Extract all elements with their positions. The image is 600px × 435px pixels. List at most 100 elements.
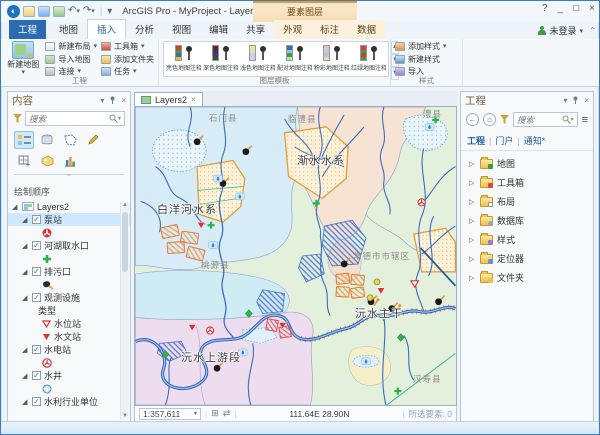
search-caret-icon[interactable]: ▾ [571, 116, 574, 123]
catalog-search-input[interactable] [517, 115, 562, 125]
collapse-arrow-icon[interactable]: ▷ [469, 217, 476, 225]
layer-checkbox[interactable]: ✓ [32, 215, 41, 224]
tab-map[interactable]: 地图 [50, 20, 87, 39]
list-by-data-source-icon[interactable] [37, 131, 57, 149]
gallery-item-pastel-notes[interactable]: 粉彩地图注释 [314, 43, 349, 75]
collapse-ribbon-icon[interactable]: ⌃ [589, 26, 596, 35]
menu-icon[interactable]: ≡ [582, 114, 588, 126]
pane-pin-icon[interactable] [572, 96, 579, 106]
tab-appearance[interactable]: 外观 [274, 20, 311, 39]
import-map-button[interactable]: 导入地图 [45, 54, 97, 65]
new-style-button[interactable]: 新建样式 [395, 54, 458, 65]
layer-checkbox[interactable]: ✓ [32, 267, 41, 276]
tab-edit[interactable]: 编辑 [200, 20, 237, 39]
list-by-editing-icon[interactable] [83, 131, 103, 149]
gallery-item-redgreen-notes[interactable]: 红绿地图注释 [351, 43, 386, 75]
pane-close-icon[interactable]: × [584, 96, 589, 105]
gallery-item-paired-notes[interactable]: 配对地图注释 [277, 43, 312, 75]
collapse-arrow-icon[interactable]: ▷ [469, 179, 476, 187]
pane-close-icon[interactable]: × [121, 96, 126, 105]
catalog-node-locators[interactable]: ▷定位器 [461, 249, 593, 268]
selected-features-count[interactable]: 所选要素: 0 [409, 408, 452, 420]
expand-icon[interactable]: ◢ [22, 346, 29, 354]
catalog-node-styles[interactable]: ▷样式 [461, 230, 593, 249]
expand-icon[interactable]: ◢ [22, 268, 29, 276]
tree-node-hydrology-station[interactable]: 水文站 [8, 330, 130, 343]
layer-checkbox[interactable]: ✓ [32, 371, 41, 380]
catalog-node-databases[interactable]: ▷数据库 [461, 211, 593, 230]
tab-data[interactable]: 数据 [348, 20, 385, 39]
pane-pin-icon[interactable] [109, 96, 116, 106]
coordinates-readout[interactable]: 111.64E 28.90N [241, 409, 399, 419]
tree-node-map[interactable]: ◢ Layers2 [8, 200, 130, 213]
new-bookmark-icon[interactable]: ⊞ [211, 408, 219, 419]
catalog-node-folders[interactable]: ▷文件夹 [461, 268, 593, 287]
list-by-snapping-icon[interactable]: + [14, 152, 34, 170]
contents-search-input[interactable] [29, 114, 109, 124]
tree-node-water-level-station[interactable]: 水位站 [8, 317, 130, 330]
redo-icon[interactable]: ↷▾ [83, 6, 95, 17]
tab-close-icon[interactable]: × [191, 95, 196, 104]
expand-icon[interactable]: ◢ [22, 294, 29, 302]
expand-icon[interactable]: ◢ [12, 203, 19, 211]
tab-analysis[interactable]: 分析 [126, 20, 163, 39]
tree-node-layer-pump[interactable]: ◢ ✓ 泵站 [8, 213, 130, 226]
add-folder-button[interactable]: 添加文件夹 [101, 54, 154, 65]
filter-icon[interactable] [13, 114, 22, 123]
catalog-tab-project[interactable]: 工程 [467, 134, 485, 147]
catalog-node-layouts[interactable]: ▷布局 [461, 192, 593, 211]
map-view-tab[interactable]: Layers2 × [134, 92, 203, 106]
layer-checkbox[interactable]: ✓ [32, 345, 41, 354]
add-style-button[interactable]: 添加样式▾ [395, 41, 458, 52]
catalog-tab-portal[interactable]: 门户 [495, 134, 513, 147]
list-by-drawing-order-icon[interactable] [14, 131, 34, 149]
collapse-arrow-icon[interactable]: ▷ [469, 160, 476, 168]
layer-checkbox[interactable]: ✓ [32, 293, 41, 302]
list-by-selection-icon[interactable] [60, 131, 80, 149]
collapse-arrow-icon[interactable]: ▷ [469, 198, 476, 206]
customize-qat-icon[interactable]: ▾ [107, 7, 112, 17]
tree-node-layer-outlet[interactable]: ◢ ✓ 排污口 [8, 265, 130, 278]
catalog-node-maps[interactable]: ▷地图 [461, 154, 593, 173]
catalog-search-box[interactable]: ▾ [513, 112, 578, 127]
tree-node-layer-intake[interactable]: ◢ ✓ 河湖取水口 [8, 239, 130, 252]
tab-share[interactable]: 共享 [237, 20, 274, 39]
tab-labeling[interactable]: 标注 [311, 20, 348, 39]
pane-options-caret-icon[interactable]: ▾ [563, 96, 567, 105]
tab-insert[interactable]: 插入 [87, 19, 126, 39]
list-by-labeling-icon[interactable] [37, 152, 57, 170]
pane-options-caret-icon[interactable]: ▾ [100, 96, 104, 105]
home-icon[interactable]: ⌂ [483, 113, 496, 126]
sign-in-status[interactable]: 未登录 ▾ [538, 24, 583, 37]
scale-caret-icon[interactable]: ▾ [194, 410, 197, 417]
layer-checkbox[interactable]: ✓ [32, 397, 41, 406]
expand-icon[interactable]: ◢ [22, 242, 29, 250]
open-project-icon[interactable] [23, 6, 35, 17]
new-layout-button[interactable]: 新建布局▾ [45, 41, 97, 52]
tree-node-layer-well[interactable]: ◢ ✓ 水井 [8, 369, 130, 382]
tree-node-layer-hydropower[interactable]: ◢ ✓ 水电站 [8, 343, 130, 356]
expand-icon[interactable]: ◢ [22, 216, 29, 224]
maximize-button[interactable]: □ [573, 3, 579, 14]
swap-extent-icon[interactable]: ⇄ [223, 408, 231, 419]
collapse-arrow-icon[interactable]: ▷ [469, 274, 476, 282]
tab-project[interactable]: 工程 [9, 20, 46, 39]
scale-combobox[interactable]: 1:357,611 ▾ [139, 408, 201, 420]
filter-icon[interactable] [500, 115, 509, 124]
save-project-icon[interactable] [38, 6, 50, 17]
project-icon[interactable] [53, 6, 65, 17]
catalog-tab-notifications[interactable]: 通知* [524, 134, 546, 147]
help-button[interactable]: ? [542, 3, 548, 14]
close-button[interactable]: × [589, 3, 595, 14]
scrollbar-thumb[interactable] [122, 212, 128, 272]
minimize-button[interactable]: _ [558, 3, 564, 14]
toolbox-button[interactable]: 工具箱▾ [101, 41, 154, 52]
gallery-item-dark-notes[interactable]: 深色地图注释 [203, 43, 238, 75]
tab-view[interactable]: 视图 [163, 20, 200, 39]
layer-checkbox[interactable]: ✓ [32, 241, 41, 250]
new-map-button[interactable]: 新建地图 ▾ [5, 41, 41, 77]
map-canvas[interactable]: 石门县 临澧县 澧县 桃源县 常德市市辖区 汉寿县 渐水水系 白洋河水系 沅水上… [134, 106, 457, 406]
list-by-charts-icon[interactable] [60, 152, 80, 170]
gallery-item-pale-notes[interactable]: 浅色地图注释 [240, 43, 275, 75]
catalog-node-toolboxes[interactable]: ▷工具箱 [461, 173, 593, 192]
